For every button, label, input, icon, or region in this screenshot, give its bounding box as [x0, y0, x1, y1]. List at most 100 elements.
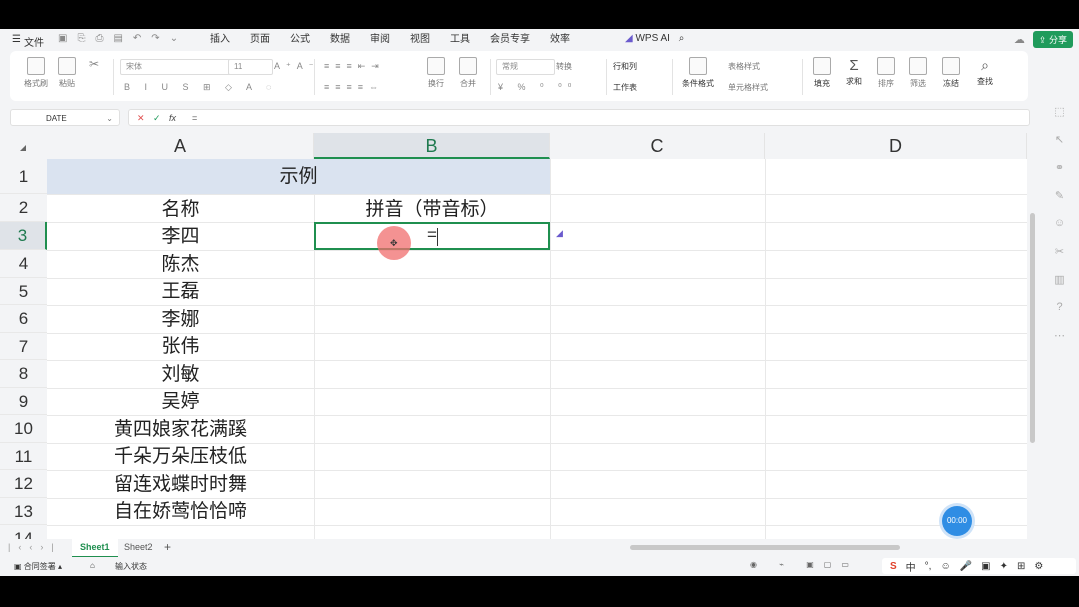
cell-a10[interactable]: 黄四娘家花满蹊: [47, 415, 314, 443]
row-header-12[interactable]: 12: [0, 470, 47, 498]
horizontal-scrollbar[interactable]: [630, 545, 900, 550]
cell-a1-merged[interactable]: 示例: [47, 159, 550, 194]
shapes-icon[interactable]: ⚭: [1040, 161, 1079, 189]
contract-sign-button[interactable]: ▣ 合同签署 ▴: [14, 561, 62, 572]
chevron-down-icon[interactable]: ⌄: [106, 110, 113, 127]
settings-icon[interactable]: ⚙: [1034, 561, 1043, 572]
horizontal-alignment-icons[interactable]: ≡≡≡≡⇔: [324, 82, 384, 92]
row-header-11[interactable]: 11: [0, 443, 47, 470]
paste-button[interactable]: 粘贴: [54, 57, 80, 89]
chevron-down-icon[interactable]: ⌄: [170, 33, 178, 44]
cell-a6[interactable]: 李娜: [47, 305, 314, 333]
microphone-icon[interactable]: 🎤: [960, 561, 972, 572]
row-header-7[interactable]: 7: [0, 333, 47, 360]
row-header-13[interactable]: 13: [0, 498, 47, 525]
row-header-8[interactable]: 8: [0, 360, 47, 388]
cloud-sync-icon[interactable]: ☁: [1014, 33, 1025, 46]
sheet-tab-sheet1[interactable]: Sheet1: [72, 539, 118, 558]
cell-b2[interactable]: 拼音（带音标）: [314, 194, 550, 222]
select-all-corner[interactable]: [0, 133, 47, 159]
table-style-button[interactable]: 表格样式: [728, 61, 792, 72]
tab-efficiency[interactable]: 效率: [540, 33, 580, 49]
wrap-button[interactable]: 换行: [426, 57, 446, 89]
scroll-thumb[interactable]: [1030, 213, 1035, 443]
format-painter-button[interactable]: 格式刷: [22, 57, 50, 89]
tools-icon[interactable]: ✂: [1040, 245, 1079, 273]
tab-member[interactable]: 会员专享: [480, 33, 540, 49]
font-name-select[interactable]: 宋体: [120, 59, 231, 75]
column-header-b[interactable]: B: [314, 133, 550, 159]
cell-a9[interactable]: 吴婷: [47, 388, 314, 415]
emoji-icon[interactable]: ☺: [940, 561, 950, 572]
edit-icon[interactable]: ✎: [1040, 189, 1079, 217]
name-box[interactable]: DATE ⌄: [10, 109, 120, 126]
cell-a13[interactable]: 自在娇莺恰恰啼: [47, 498, 314, 525]
tab-view[interactable]: 视图: [400, 33, 440, 49]
wps-ai-button[interactable]: ◢ WPS AI ⌕: [625, 33, 684, 44]
print-preview-icon[interactable]: ▤: [113, 33, 122, 44]
tab-data[interactable]: 数据: [320, 33, 360, 49]
share-button[interactable]: ⇪ 分享: [1032, 31, 1073, 48]
cancel-icon[interactable]: ✕: [137, 110, 145, 127]
filter-button[interactable]: 筛选: [906, 57, 930, 89]
cell-a12[interactable]: 留连戏蝶时时舞: [47, 470, 314, 498]
assistant-icon[interactable]: ☺: [1040, 217, 1079, 245]
tab-review[interactable]: 审阅: [360, 33, 400, 49]
number-format-select[interactable]: 常规: [496, 59, 555, 75]
column-header-c[interactable]: C: [550, 133, 765, 159]
image-icon[interactable]: ▣: [981, 561, 990, 572]
add-sheet-icon[interactable]: +: [164, 540, 171, 554]
cell-a2[interactable]: 名称: [47, 194, 314, 222]
ime-language[interactable]: 中: [906, 559, 916, 574]
recording-timer[interactable]: 00:00: [942, 506, 972, 536]
skin-icon[interactable]: ✦: [1000, 561, 1008, 572]
book-icon[interactable]: ▥: [1040, 273, 1079, 301]
conditional-format-button[interactable]: 条件格式: [676, 57, 720, 89]
grid-icon[interactable]: ⊞: [1017, 561, 1025, 572]
cell-a8[interactable]: 刘敏: [47, 360, 314, 388]
column-header-d[interactable]: D: [765, 133, 1027, 159]
row-header-10[interactable]: 10: [0, 415, 47, 443]
alignment-icons[interactable]: ≡≡≡⇤⇥: [324, 61, 385, 72]
font-style-icons[interactable]: B I U S ⊞ ◇ A ◌: [124, 82, 277, 93]
cell-style-button[interactable]: 单元格样式: [728, 82, 794, 93]
row-header-2[interactable]: 2: [0, 194, 47, 222]
tab-insert[interactable]: 插入: [200, 33, 240, 49]
cell-a3[interactable]: 李四: [47, 222, 314, 250]
font-size-select[interactable]: 11: [228, 59, 273, 75]
formula-input[interactable]: ✕ ✓ fx =: [128, 109, 1030, 126]
convert-button[interactable]: 转换: [556, 61, 600, 72]
column-header-a[interactable]: A: [47, 133, 314, 159]
search-icon[interactable]: ⌕: [679, 33, 685, 44]
cell-a11[interactable]: 千朵万朵压枝低: [47, 443, 314, 470]
cut-button[interactable]: ✂: [84, 57, 104, 71]
punctuation-icon[interactable]: °,: [925, 561, 932, 572]
vertical-scrollbar[interactable]: [1027, 159, 1039, 539]
cell-a4[interactable]: 陈杰: [47, 250, 314, 278]
sheet-tab-sheet2[interactable]: Sheet2: [118, 539, 159, 556]
sum-button[interactable]: Σ 求和: [842, 57, 866, 87]
undo-icon[interactable]: ↶: [133, 33, 141, 44]
select-icon[interactable]: ⬚: [1040, 105, 1079, 133]
sheet-nav-icons[interactable]: |‹‹›|: [8, 542, 62, 552]
row-header-4[interactable]: 4: [0, 250, 47, 278]
macro-icon[interactable]: ⌂: [90, 561, 95, 570]
number-format-icons[interactable]: ¥ % ⁰ ⁰⁰: [498, 82, 577, 93]
row-header-9[interactable]: 9: [0, 388, 47, 415]
redo-icon[interactable]: ↷: [151, 33, 159, 44]
confirm-icon[interactable]: ✓: [153, 110, 161, 127]
file-menu[interactable]: ☰ 文件: [12, 34, 44, 49]
font-size-adjust-icons[interactable]: A⁺A⁻: [274, 61, 320, 72]
freeze-button[interactable]: 冻结: [938, 57, 964, 89]
cell-a7[interactable]: 张伟: [47, 333, 314, 360]
export-icon[interactable]: ⎘: [77, 33, 85, 44]
active-cell-b3[interactable]: =: [314, 222, 550, 250]
row-header-5[interactable]: 5: [0, 278, 47, 305]
worksheet-button[interactable]: 工作表: [613, 82, 667, 93]
row-header-14[interactable]: 14: [0, 525, 47, 539]
help-icon[interactable]: ?: [1040, 301, 1079, 329]
pointer-icon[interactable]: ↖: [1040, 133, 1079, 161]
save-icon[interactable]: ▣: [58, 33, 67, 44]
tab-formulas[interactable]: 公式: [280, 33, 320, 49]
fill-button[interactable]: 填充: [810, 57, 834, 89]
